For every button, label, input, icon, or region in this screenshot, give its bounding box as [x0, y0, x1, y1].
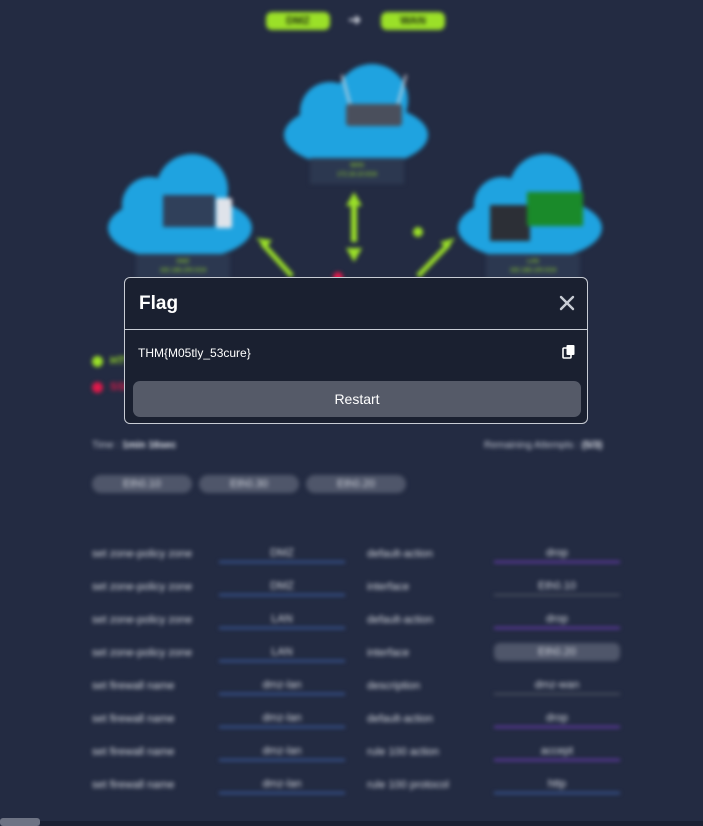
row-arg-field[interactable]: LAN	[219, 611, 345, 629]
close-icon[interactable]	[557, 293, 577, 313]
remaining-attempts: Remaining Attempts : (5/3)	[484, 440, 603, 451]
row-param: rule 100 action	[367, 746, 440, 758]
from-zone-badge: DMZ	[266, 12, 330, 30]
horizontal-scrollbar-thumb[interactable]	[0, 818, 40, 826]
row-value-field[interactable]: http	[494, 776, 620, 794]
row-arg-field[interactable]: dmz-lan	[219, 677, 345, 695]
interface-button-eth0-20[interactable]: Eth0.20	[306, 475, 406, 493]
row-cmd: set firewall name	[92, 779, 175, 791]
row-value-field[interactable]: drop	[494, 545, 620, 563]
row-arg-field[interactable]: DMZ	[219, 578, 345, 596]
row-param: default-action	[367, 614, 434, 626]
row-param: default-action	[367, 548, 434, 560]
row-cmd: set zone-policy zone	[92, 647, 193, 659]
row-param: rule 100 protocol	[367, 779, 449, 791]
flag-value: THM{M05tly_53cure}	[138, 346, 251, 360]
row-arg-field[interactable]: dmz-lan	[219, 743, 345, 761]
row-cmd: set zone-policy zone	[92, 548, 193, 560]
modal-header: Flag	[125, 278, 587, 330]
phone-icon	[216, 198, 232, 228]
interface-button-eth0-30[interactable]: Eth0.30	[199, 475, 299, 493]
interface-button-eth0-10[interactable]: Eth0.10	[92, 475, 192, 493]
row-param: description	[367, 680, 421, 692]
row-arg-field[interactable]: dmz-lan	[219, 776, 345, 794]
ssh-dot-icon	[92, 382, 103, 393]
row-cmd: set firewall name	[92, 680, 175, 692]
horizontal-scrollbar-track[interactable]	[40, 821, 703, 826]
row-value-button[interactable]: Eth0.20	[494, 643, 620, 661]
row-param: interface	[367, 647, 410, 659]
copy-icon[interactable]	[562, 344, 576, 359]
arrow-right-icon: ➜	[348, 12, 362, 29]
row-param: interface	[367, 581, 410, 593]
laptop-icon	[163, 195, 215, 227]
restart-button[interactable]: Restart	[133, 381, 581, 417]
row-value-field[interactable]: drop	[494, 710, 620, 728]
row-value-field[interactable]: drop	[494, 611, 620, 629]
timer: Time : 1min 16sec	[92, 440, 177, 451]
row-value-field[interactable]: Eth0.10	[494, 578, 620, 596]
row-value-field[interactable]: accept	[494, 743, 620, 761]
server-icon	[490, 205, 530, 241]
row-arg-field[interactable]: DMZ	[219, 545, 345, 563]
router-icon	[346, 104, 402, 126]
row-cmd: set firewall name	[92, 713, 175, 725]
to-zone-badge: WAN	[381, 12, 445, 30]
row-value-field[interactable]: dmz-wan	[494, 677, 620, 695]
row-cmd: set zone-policy zone	[92, 581, 193, 593]
row-param: default-action	[367, 713, 434, 725]
row-cmd: set zone-policy zone	[92, 614, 193, 626]
monitor-icon	[527, 192, 583, 226]
row-arg-field[interactable]: LAN	[219, 644, 345, 662]
flag-modal: Flag THM{M05tly_53cure} Restart	[124, 277, 588, 424]
wan-label: WAN 172.16.10.0/24	[310, 158, 404, 184]
http-dot-icon	[92, 356, 103, 367]
row-arg-field[interactable]: dmz-lan	[219, 710, 345, 728]
modal-title: Flag	[139, 293, 179, 314]
row-cmd: set firewall name	[92, 746, 175, 758]
